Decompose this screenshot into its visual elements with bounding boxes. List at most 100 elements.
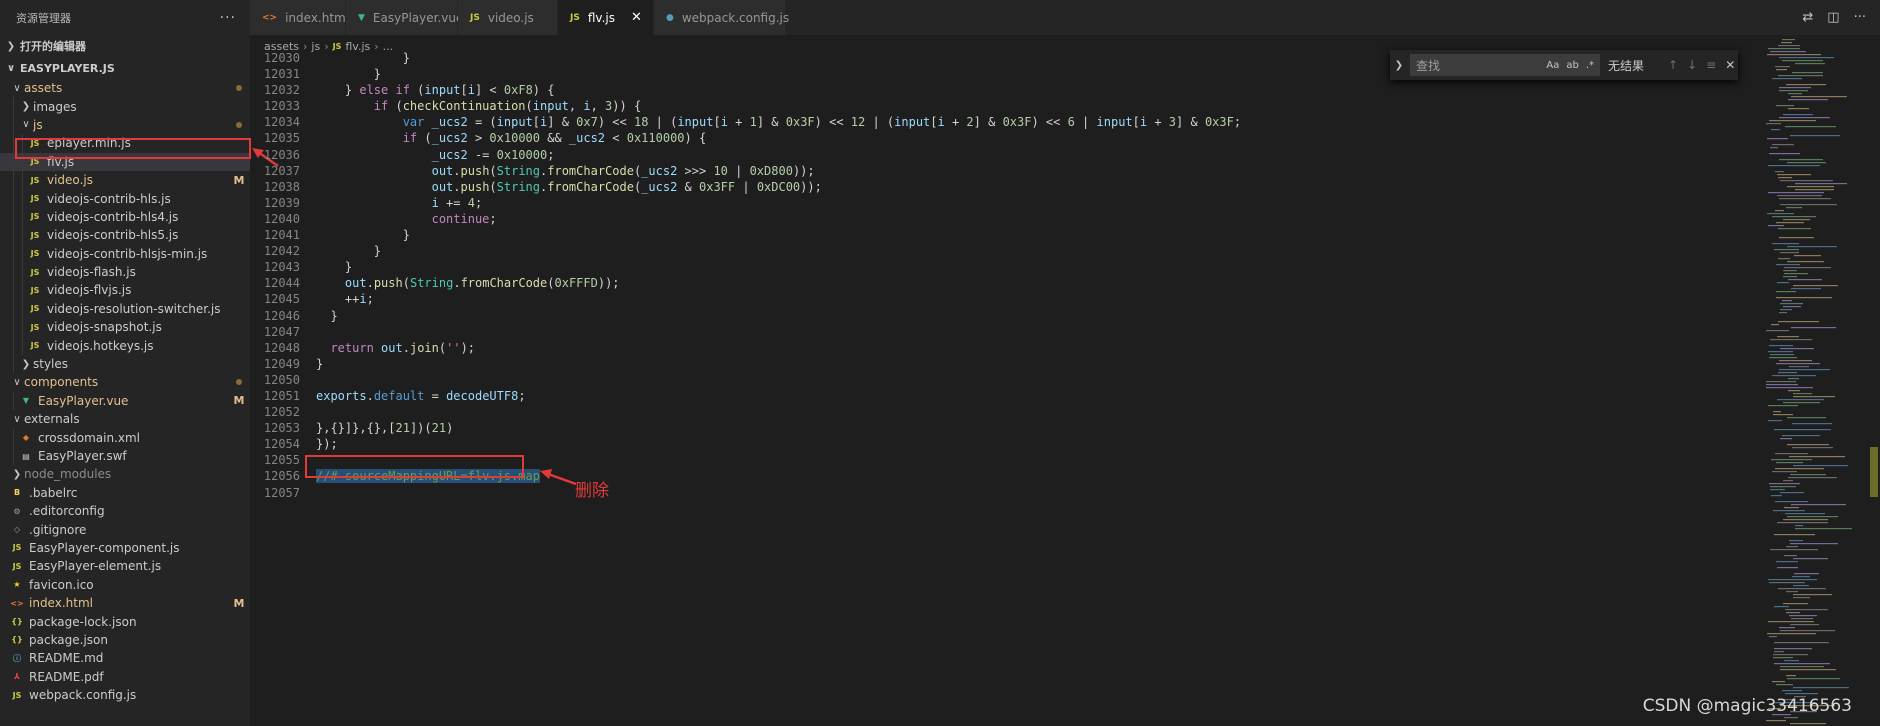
indent-guide <box>22 170 23 190</box>
tree-item-videojs-flvjs-js[interactable]: JS videojs-flvjs.js <box>0 281 250 300</box>
minimap-line <box>1778 45 1800 47</box>
minimap[interactable] <box>1760 35 1868 726</box>
chevron-down-icon: ∨ <box>6 62 16 74</box>
close-icon[interactable]: ✕ <box>631 10 642 25</box>
tree-item--babelrc[interactable]: B .babelrc <box>0 484 250 502</box>
minimap-line <box>1767 213 1794 215</box>
line-number: 12040 <box>263 211 300 226</box>
tree-item-label: webpack.config.js <box>29 688 137 703</box>
tree-item-index-html[interactable]: <> index.html M <box>0 594 250 612</box>
tree-item-favicon-ico[interactable]: ★ favicon.ico <box>0 576 250 594</box>
code-text: } else if (input[i] < 0xF8) { <box>316 83 555 98</box>
indent-guide <box>13 354 14 374</box>
tree-item-readme-md[interactable]: ⓘ README.md <box>0 649 250 667</box>
tree-item-package-json[interactable]: {} package.json <box>0 631 250 649</box>
minimap-line <box>1774 249 1799 251</box>
tree-item-label: index.html <box>29 596 93 611</box>
tab-easyplayer-vue[interactable]: ▼ EasyPlayer.vue <box>346 0 463 35</box>
minimap-line <box>1769 582 1805 584</box>
tree-item-assets[interactable]: ∨ assets <box>0 79 250 97</box>
tab-index-html[interactable]: <> index.html <box>250 0 349 35</box>
tree-item-videojs-flash-js[interactable]: JS videojs-flash.js <box>0 262 250 282</box>
minimap-line <box>1776 105 1794 107</box>
minimap-line <box>1787 186 1834 188</box>
split-editor-icon[interactable]: ◫ <box>1827 10 1839 25</box>
minimap-line <box>1774 648 1812 650</box>
tree-item-styles[interactable]: ❯ styles <box>0 354 250 374</box>
tree-item-videojs-resolution-switcher-js[interactable]: JS videojs-resolution-switcher.js <box>0 299 250 319</box>
open-editors-section[interactable]: ❯ 打开的编辑器 <box>0 35 250 57</box>
tree-item-node-modules[interactable]: ❯ node_modules <box>0 465 250 483</box>
line-number: 12042 <box>263 244 300 259</box>
compare-changes-icon[interactable]: ⇄ <box>1802 10 1813 25</box>
indent-guide <box>22 318 23 337</box>
tree-item-readme-pdf[interactable]: ⅄ README.pdf <box>0 668 250 686</box>
tree-item-videojs-contrib-hls4-js[interactable]: JS videojs-contrib-hls4.js <box>0 207 250 227</box>
minimap-line <box>1788 93 1802 95</box>
line-number: 12035 <box>263 131 300 146</box>
tree-item--editorconfig[interactable]: ⚙ .editorconfig <box>0 502 250 520</box>
tab-flv-js[interactable]: JS flv.js ✕ <box>558 0 654 35</box>
chevron-down-icon: ∨ <box>13 376 21 388</box>
minimap-line <box>1780 204 1837 206</box>
minimap-line <box>1767 138 1788 140</box>
minimap-line <box>1770 147 1778 149</box>
more-actions-icon[interactable]: ··· <box>220 10 236 26</box>
tree-item-label: videojs-resolution-switcher.js <box>47 301 221 316</box>
line-number: 12038 <box>263 179 300 194</box>
modified-dot-icon <box>228 379 250 386</box>
webpack-file-icon: ● <box>666 12 674 23</box>
tree-item-label: .gitignore <box>29 522 87 537</box>
tree-item--gitignore[interactable]: ◇ .gitignore <box>0 520 250 538</box>
minimap-line <box>1795 189 1834 191</box>
more-actions-icon[interactable]: ··· <box>1854 10 1866 25</box>
previous-match-icon[interactable]: ↑ <box>1668 58 1678 72</box>
project-section[interactable]: ∨ EASYPLAYER.JS <box>0 57 250 79</box>
regex-icon[interactable]: .* <box>1586 60 1594 71</box>
minimap-line <box>1775 210 1784 212</box>
match-case-icon[interactable]: Aa <box>1546 60 1559 71</box>
tree-item-easyplayer-element-js[interactable]: JS EasyPlayer-element.js <box>0 557 250 575</box>
tree-item-videojs-contrib-hlsjs-min-js[interactable]: JS videojs-contrib-hlsjs-min.js <box>0 244 250 263</box>
tab-video-js[interactable]: JS video.js <box>458 0 558 35</box>
tree-item-videojs-hotkeys-js[interactable]: JS videojs.hotkeys.js <box>0 336 250 355</box>
tree-item-images[interactable]: ❯ images <box>0 97 250 116</box>
tree-item-package-lock-json[interactable]: {} package-lock.json <box>0 612 250 630</box>
tree-item-easyplayer-swf[interactable]: ▤ EasyPlayer.swf <box>0 446 250 466</box>
minimap-line <box>1768 420 1782 422</box>
tree-item-crossdomain-xml[interactable]: ◆ crossdomain.xml <box>0 428 250 447</box>
explorer-title: 资源管理器 <box>16 11 71 25</box>
tree-item-components[interactable]: ∨ components <box>0 373 250 391</box>
match-word-icon[interactable]: ab <box>1566 60 1578 71</box>
close-icon[interactable]: ✕ <box>1725 58 1735 72</box>
tab-label: video.js <box>487 10 534 25</box>
code-line: 12057 <box>250 485 1760 501</box>
tree-item-js[interactable]: ∨ js <box>0 115 250 135</box>
minimap-line <box>1793 285 1838 287</box>
scrollbar-thumb[interactable] <box>1870 447 1878 497</box>
tree-item-externals[interactable]: ∨ externals <box>0 410 250 428</box>
minimap-line <box>1784 273 1808 275</box>
project-label: EASYPLAYER.JS <box>20 61 115 75</box>
find-input[interactable]: 查找 Aa ab .* <box>1410 54 1600 76</box>
toggle-replace-icon[interactable]: ❯ <box>1390 60 1408 71</box>
find-in-selection-icon[interactable]: ≡ <box>1706 58 1716 72</box>
tab-webpack-config-js[interactable]: ● webpack.config.js <box>654 0 789 35</box>
minimap-line <box>1795 525 1803 527</box>
tree-item-easyplayer-component-js[interactable]: JS EasyPlayer-component.js <box>0 539 250 557</box>
code-editor[interactable]: 12030 } 12031 } 12032 } else if (input[i] … <box>250 50 1760 726</box>
tree-item-videojs-contrib-hls5-js[interactable]: JS videojs-contrib-hls5.js <box>0 226 250 245</box>
tree-item-video-js[interactable]: JS video.js M <box>0 170 250 190</box>
tree-item-videojs-contrib-hls-js[interactable]: JS videojs-contrib-hls.js <box>0 189 250 208</box>
file-tree: ∨ assets ❯ images ∨ js JS eplayer.min.js JS flv.j… <box>0 79 250 704</box>
tree-item-easyplayer-vue[interactable]: ▼ EasyPlayer.vue M <box>0 391 250 411</box>
minimap-line <box>1794 255 1821 257</box>
minimap-line <box>1768 579 1817 581</box>
vertical-scrollbar[interactable] <box>1868 35 1880 726</box>
minimap-line <box>1779 90 1808 92</box>
next-match-icon[interactable]: ↓ <box>1687 58 1697 72</box>
favicon-file-icon: ★ <box>13 580 21 590</box>
tree-item-webpack-config-js[interactable]: JS webpack.config.js <box>0 686 250 704</box>
tree-item-videojs-snapshot-js[interactable]: JS videojs-snapshot.js <box>0 318 250 337</box>
line-number: 12030 <box>263 51 300 65</box>
